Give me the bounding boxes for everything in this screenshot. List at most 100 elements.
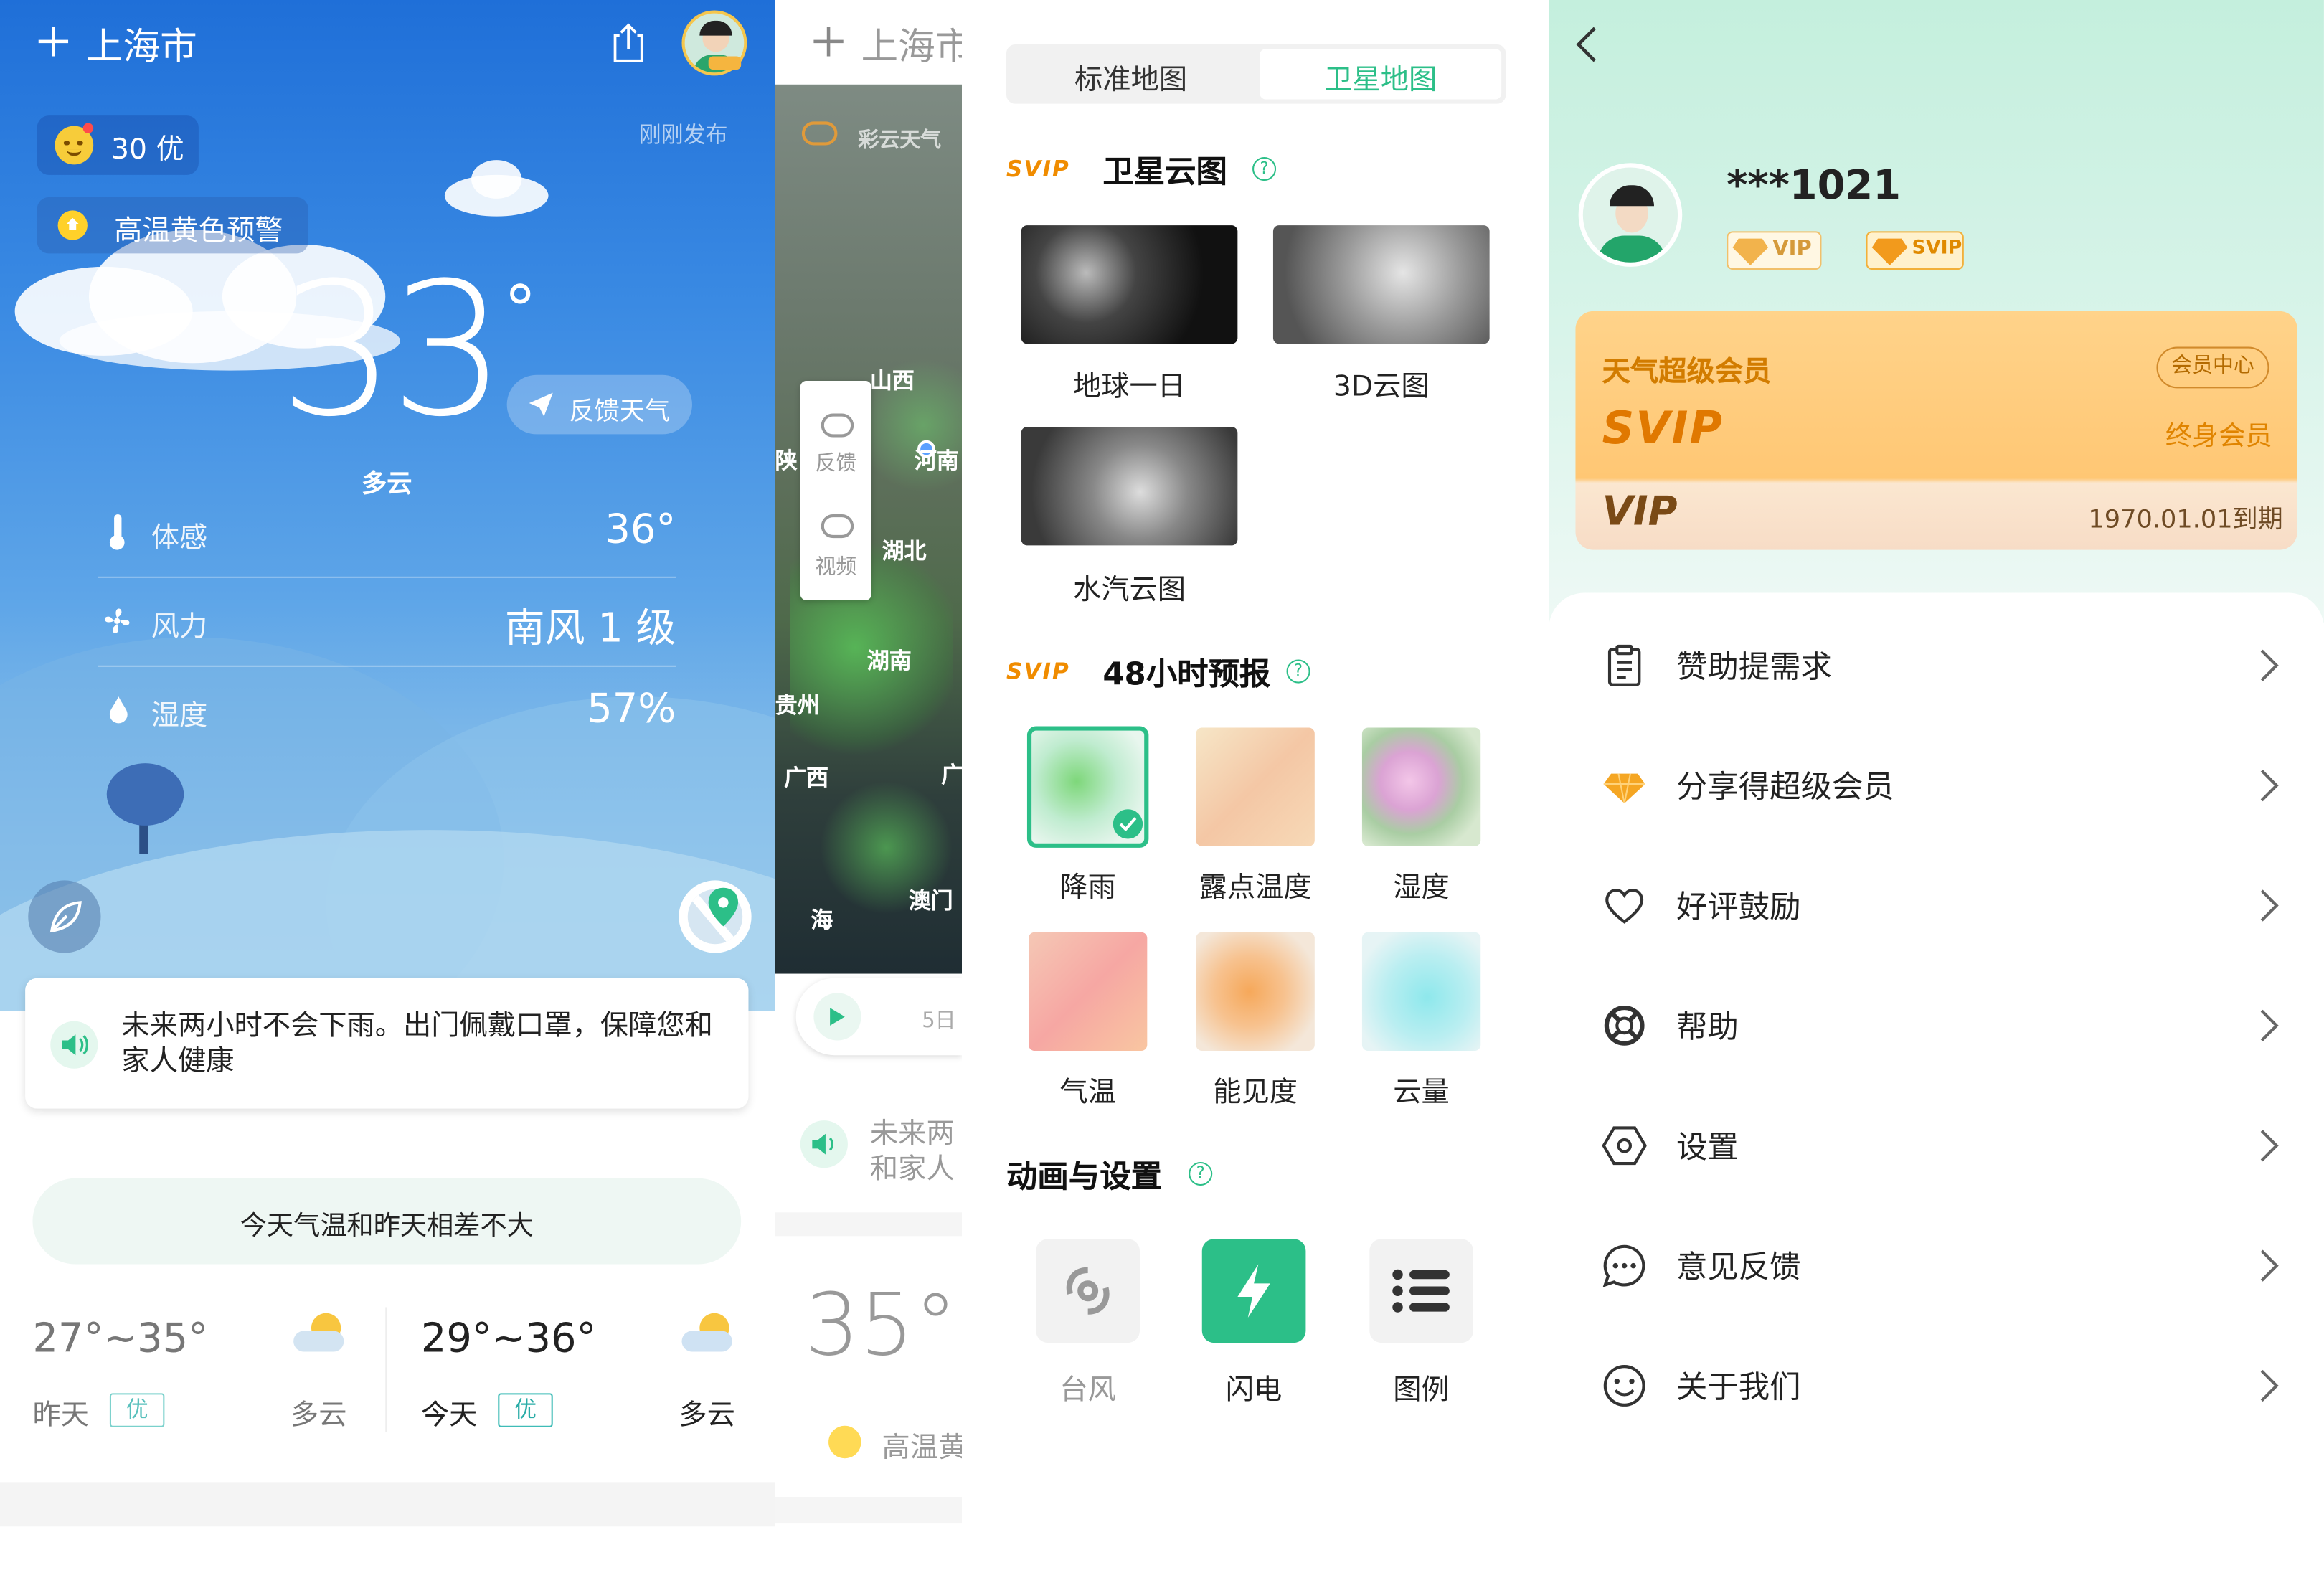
city-name[interactable]: 上海市 (86, 18, 197, 71)
aqi-badge[interactable]: 30 优 (37, 115, 199, 175)
timeline-bar[interactable]: 5日 (795, 978, 963, 1056)
current-temperature: 33 (278, 244, 506, 458)
rain-notice-card[interactable]: 未来两小时不会下雨。出门佩戴口罩，保障您和家人健康 (25, 978, 749, 1109)
chevron-right-icon (2260, 1369, 2279, 1402)
droplet-icon (108, 695, 129, 724)
map-layers-sheet: 标准地图 卫星地图 SVIP 卫星云图 ? 地球一日 3D云图 水汽云图 SVI… (962, 0, 1549, 1583)
map-button[interactable] (679, 880, 752, 953)
card-expire-date: 1970.01.01到期 (2088, 505, 2283, 535)
menu-rate[interactable]: 好评鼓励 (1549, 854, 2324, 958)
degree-symbol: ° (504, 273, 537, 349)
profile-avatar[interactable] (1578, 163, 1683, 267)
temperature-thumbnail[interactable] (1029, 932, 1148, 1052)
menu-share[interactable]: 分享得超级会员 (1549, 734, 2324, 838)
lightning-label: 闪电 (1225, 1374, 1283, 1407)
list-icon (1392, 1269, 1450, 1313)
leaf-button[interactable] (28, 880, 101, 953)
heart-icon (1605, 889, 1644, 924)
temperature-label: 气温 (1059, 1076, 1116, 1109)
chevron-right-icon (2260, 889, 2279, 922)
share-icon[interactable] (608, 21, 649, 65)
publish-time: 刚刚发布 (638, 121, 728, 148)
diamond-icon (1603, 773, 1645, 804)
warning-text: 高温黄色预警 (114, 214, 283, 248)
settings-hexagon-icon (1602, 1126, 1647, 1166)
warning-icon (828, 1425, 861, 1459)
svip-badge: SVIP (1006, 155, 1070, 183)
3d-cloud-thumbnail[interactable] (1272, 225, 1490, 344)
check-icon (1113, 809, 1143, 839)
profile-screen: ***1021 VIP SVIP 天气超级会员 会员中心 SVIP 终身会员 V… (1549, 0, 2324, 1583)
tab-standard-map[interactable]: 标准地图 (1006, 44, 1255, 104)
chevron-right-icon (2260, 770, 2279, 802)
condition-text: 多云 (290, 1399, 347, 1432)
add-city-icon[interactable] (36, 21, 72, 62)
membership-card[interactable]: 天气超级会员 会员中心 SVIP 终身会员 VIP 1970.01.01到期 (1575, 311, 2297, 550)
cloud-cover-thumbnail[interactable] (1361, 932, 1481, 1052)
typhoon-icon (1066, 1267, 1110, 1315)
today-forecast[interactable]: 29°~36° 今天 优 多云 (388, 1304, 775, 1437)
back-icon[interactable] (1572, 24, 1602, 65)
feedback-weather-button[interactable]: 反馈天气 (506, 374, 692, 435)
humidity-label: 湿度 (1393, 871, 1450, 904)
svip-avatar-badge (708, 56, 742, 70)
dewpoint-label: 露点温度 (1199, 871, 1312, 904)
typhoon-toggle[interactable] (1036, 1239, 1140, 1343)
map-side-toolbar: 反馈 视频 (800, 381, 872, 600)
lightning-toggle[interactable] (1201, 1239, 1306, 1343)
video-download-icon[interactable] (821, 514, 854, 539)
help-icon[interactable]: ? (1252, 157, 1277, 181)
vip-badge: VIP (1727, 231, 1822, 270)
cloud-cover-label: 云量 (1393, 1076, 1450, 1109)
temp-range: 27°~35° (32, 1315, 208, 1362)
lifebuoy-icon (1604, 1005, 1645, 1046)
help-icon[interactable]: ? (1286, 659, 1310, 684)
feels-like-value: 36° (605, 506, 676, 553)
map-type-toggle: 标准地图 卫星地图 (1006, 44, 1506, 104)
leaf-icon (49, 900, 81, 932)
partly-cloudy-icon (679, 1310, 738, 1364)
water-vapor-thumbnail[interactable] (1021, 427, 1238, 546)
menu-settings[interactable]: 设置 (1549, 1094, 2324, 1198)
smile-icon (1603, 1365, 1645, 1407)
menu-sponsor[interactable]: 赞助提需求 (1549, 613, 2324, 717)
rain-thumbnail[interactable] (1026, 726, 1149, 848)
legend-button[interactable] (1369, 1239, 1473, 1343)
dewpoint-thumbnail[interactable] (1196, 727, 1315, 846)
humidity-thumbnail[interactable] (1361, 727, 1481, 846)
chevron-right-icon (2260, 1009, 2279, 1042)
earth-day-thumbnail[interactable] (1021, 225, 1238, 344)
help-icon[interactable]: ? (1189, 1161, 1213, 1186)
water-vapor-label: 水汽云图 (1072, 573, 1186, 607)
play-icon[interactable] (813, 993, 861, 1041)
card-vip-text: VIP (1602, 488, 1678, 535)
rain-notice-text: 未来两小时不会下雨。出门佩戴口罩，保障您和家人健康 (121, 1009, 713, 1078)
warning-badge[interactable]: 高温黄色预警 (37, 197, 308, 254)
chevron-right-icon (2260, 1130, 2279, 1162)
aqi-text: 30 优 (110, 133, 184, 166)
visibility-thumbnail[interactable] (1196, 932, 1315, 1052)
svip-badge: SVIP (1006, 658, 1070, 685)
add-city-icon[interactable] (811, 21, 846, 62)
menu-feedback[interactable]: 意见反馈 (1549, 1214, 2324, 1318)
location-pin-icon (708, 887, 739, 927)
section-title-forecast: 48小时预报 (1102, 656, 1271, 692)
menu-help[interactable]: 帮助 (1549, 974, 2324, 1078)
member-center-button[interactable]: 会员中心 (2156, 346, 2269, 389)
speaker-icon (800, 1120, 848, 1168)
menu-about[interactable]: 关于我们 (1549, 1334, 2324, 1438)
lightning-icon (1237, 1264, 1270, 1318)
tab-satellite-map[interactable]: 卫星地图 (1260, 49, 1502, 100)
legend-label: 图例 (1393, 1374, 1450, 1407)
weather-condition: 多云 (362, 470, 412, 500)
yesterday-forecast[interactable]: 27°~35° 昨天 优 多云 (0, 1304, 385, 1437)
feels-like-label: 体感 (151, 521, 208, 554)
day-label: 今天 (420, 1399, 478, 1432)
temperature-compare-pill: 今天气温和昨天相差不大 (32, 1178, 742, 1265)
feedback-cloud-icon[interactable] (821, 413, 854, 438)
chevron-right-icon (2260, 1249, 2279, 1282)
condition-text: 多云 (679, 1399, 735, 1432)
brand-logo (801, 121, 838, 146)
rain-label: 降雨 (1059, 871, 1116, 904)
svip-badge: SVIP (1866, 231, 1964, 270)
